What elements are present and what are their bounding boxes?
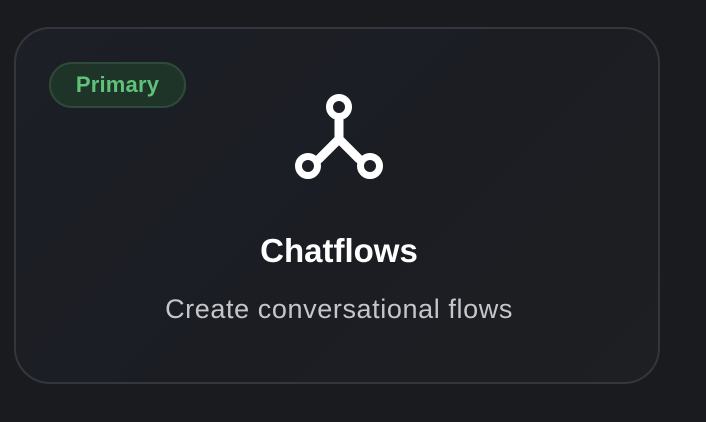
- card-title: Chatflows: [260, 232, 418, 269]
- primary-badge: Primary: [49, 62, 186, 108]
- flow-network-icon: [292, 92, 386, 186]
- primary-badge-label: Primary: [75, 72, 160, 97]
- chatflows-card[interactable]: Primary Chatflows Create conversational …: [14, 27, 660, 384]
- card-description: Create conversational flows: [165, 294, 513, 324]
